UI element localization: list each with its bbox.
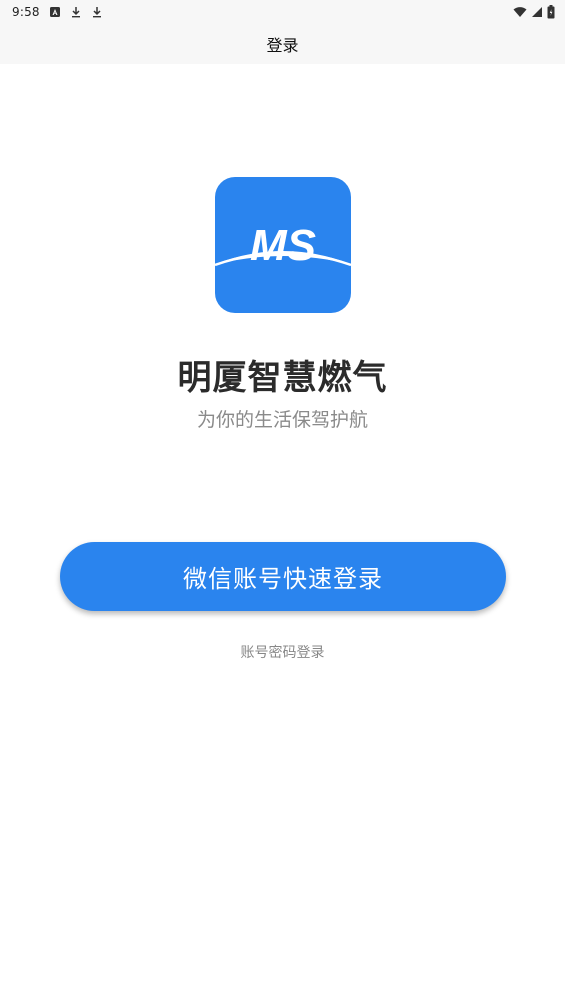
notification-a-icon [49, 7, 60, 17]
nav-bar: 登录 [0, 24, 565, 64]
battery-icon [547, 5, 555, 19]
status-bar: 9:58 [0, 0, 565, 24]
wifi-icon [513, 7, 527, 17]
signal-icon [532, 7, 542, 17]
download-icon [71, 7, 80, 18]
logo-text: MS [250, 221, 316, 270]
status-right [513, 5, 555, 19]
app-slogan: 为你的生活保驾护航 [196, 409, 368, 431]
wechat-login-button[interactable]: 微信账号快速登录 [60, 542, 506, 611]
status-left: 9:58 [12, 5, 103, 19]
download-icon [92, 7, 101, 18]
password-login-link[interactable]: 账号密码登录 [0, 642, 565, 662]
app-name: 明厦智慧燃气 [177, 358, 388, 398]
app-logo: MS [215, 177, 351, 313]
nav-title: 登录 [266, 36, 299, 55]
status-time: 9:58 [12, 5, 40, 19]
